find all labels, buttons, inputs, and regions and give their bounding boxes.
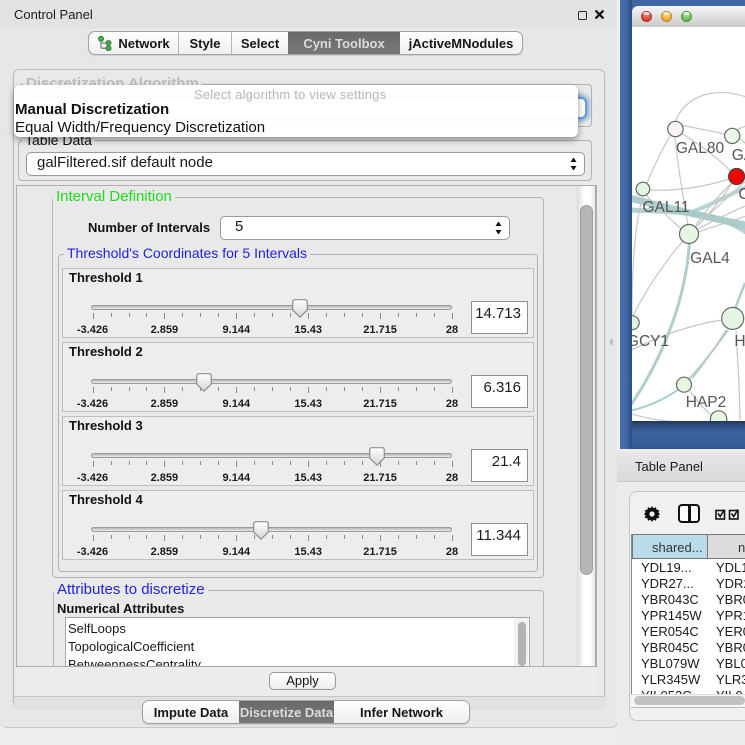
svg-text:H: H xyxy=(734,333,745,350)
svg-text:GAL80: GAL80 xyxy=(676,140,725,157)
svg-text:GAL4: GAL4 xyxy=(690,250,730,267)
svg-text:GCY1: GCY1 xyxy=(632,333,669,350)
svg-text:HAP2: HAP2 xyxy=(686,394,727,411)
svg-text:C: C xyxy=(738,186,745,203)
svg-text:GA: GA xyxy=(732,147,745,164)
svg-text:GAL11: GAL11 xyxy=(642,199,689,216)
